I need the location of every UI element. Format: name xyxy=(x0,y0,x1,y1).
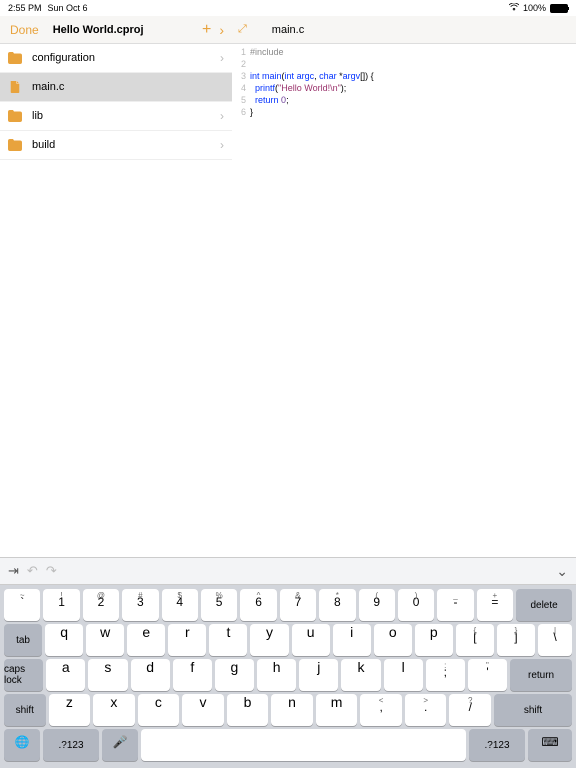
battery-icon xyxy=(550,4,568,13)
file-item-label: lib xyxy=(32,110,220,122)
status-time: 2:55 PM xyxy=(8,3,42,13)
folder-icon xyxy=(8,139,22,151)
key-l[interactable]: l xyxy=(384,659,423,691)
key-o[interactable]: o xyxy=(374,624,412,656)
key-e[interactable]: e xyxy=(127,624,165,656)
keyboard-toolbar: ⇥ ↶ ↷ ⌄ xyxy=(0,557,576,585)
key-t[interactable]: t xyxy=(209,624,247,656)
file-icon xyxy=(8,81,22,93)
done-button[interactable]: Done xyxy=(10,23,39,37)
return-key[interactable]: return xyxy=(510,659,572,691)
hide-keyboard-key[interactable]: ⌨ xyxy=(528,729,572,761)
key-k[interactable]: k xyxy=(341,659,380,691)
key-8[interactable]: *8 xyxy=(319,589,355,621)
key-q[interactable]: q xyxy=(45,624,83,656)
battery-pct: 100% xyxy=(523,3,546,13)
file-item-build[interactable]: build› xyxy=(0,131,232,160)
key-=[interactable]: += xyxy=(477,589,513,621)
key-;[interactable]: :; xyxy=(426,659,465,691)
key-6[interactable]: ^6 xyxy=(240,589,276,621)
key-b[interactable]: b xyxy=(227,694,269,726)
tab-key[interactable]: tab xyxy=(4,624,42,656)
key-h[interactable]: h xyxy=(257,659,296,691)
key-3[interactable]: #3 xyxy=(122,589,158,621)
mic-key[interactable]: 🎤 xyxy=(102,729,138,761)
file-item-lib[interactable]: lib› xyxy=(0,102,232,131)
collapse-keyboard-icon[interactable]: ⌄ xyxy=(556,563,568,580)
key-0[interactable]: )0 xyxy=(398,589,434,621)
key-n[interactable]: n xyxy=(271,694,313,726)
numpad-key-left[interactable]: .?123 xyxy=(43,729,99,761)
add-button[interactable]: + xyxy=(202,21,211,39)
delete-key[interactable]: delete xyxy=(516,589,572,621)
key-][interactable]: }] xyxy=(497,624,535,656)
chevron-right-icon: › xyxy=(220,138,224,152)
key--[interactable]: _- xyxy=(437,589,473,621)
space-key[interactable] xyxy=(141,729,466,761)
keyboard-panel: ⇥ ↶ ↷ ⌄ ~`!1@2#3$4%5^6&7*8(9)0_-+=delete… xyxy=(0,557,576,768)
shift-key-right[interactable]: shift xyxy=(494,694,572,726)
key-9[interactable]: (9 xyxy=(359,589,395,621)
key-7[interactable]: &7 xyxy=(280,589,316,621)
key-d[interactable]: d xyxy=(131,659,170,691)
tab-key-icon[interactable]: ⇥ xyxy=(8,563,19,579)
key-5[interactable]: %5 xyxy=(201,589,237,621)
key-[[interactable]: {[ xyxy=(456,624,494,656)
key-y[interactable]: y xyxy=(250,624,288,656)
chevron-right-icon: › xyxy=(220,109,224,123)
project-name: Hello World.cproj xyxy=(53,24,144,36)
file-item-label: build xyxy=(32,139,220,151)
globe-key[interactable]: 🌐 xyxy=(4,729,40,761)
key-s[interactable]: s xyxy=(88,659,127,691)
chevron-right-icon: › xyxy=(220,51,224,65)
key-/[interactable]: ?/ xyxy=(449,694,491,726)
folder-icon xyxy=(8,110,22,122)
key-r[interactable]: r xyxy=(168,624,206,656)
shift-key-left[interactable]: shift xyxy=(4,694,46,726)
expand-icon[interactable]: ⤢ xyxy=(238,23,247,36)
key-c[interactable]: c xyxy=(138,694,180,726)
key-'[interactable]: "' xyxy=(468,659,507,691)
line-gutter: 123456 xyxy=(232,46,250,539)
key-z[interactable]: z xyxy=(49,694,91,726)
key-f[interactable]: f xyxy=(173,659,212,691)
code-editor[interactable]: 123456 #include int main(int argc, char … xyxy=(232,44,576,539)
key-m[interactable]: m xyxy=(316,694,358,726)
file-item-main-c[interactable]: main.c xyxy=(0,73,232,102)
key-u[interactable]: u xyxy=(292,624,330,656)
key-x[interactable]: x xyxy=(93,694,135,726)
redo-icon[interactable]: ↷ xyxy=(46,563,57,579)
wifi-icon xyxy=(509,3,519,13)
file-item-label: main.c xyxy=(32,81,224,93)
key-2[interactable]: @2 xyxy=(83,589,119,621)
key-g[interactable]: g xyxy=(215,659,254,691)
key-,[interactable]: <, xyxy=(360,694,402,726)
key-w[interactable]: w xyxy=(86,624,124,656)
file-item-label: configuration xyxy=(32,52,220,64)
key-j[interactable]: j xyxy=(299,659,338,691)
status-date: Sun Oct 6 xyxy=(48,3,88,13)
code-content[interactable]: #include int main(int argc, char *argv[]… xyxy=(250,46,576,539)
key-p[interactable]: p xyxy=(415,624,453,656)
key-1[interactable]: !1 xyxy=(43,589,79,621)
status-bar: 2:55 PM Sun Oct 6 100% xyxy=(0,0,576,16)
key-.[interactable]: >. xyxy=(405,694,447,726)
file-sidebar: configuration›main.clib›build› xyxy=(0,44,232,539)
capslock-key[interactable]: caps lock xyxy=(4,659,43,691)
key-backslash[interactable]: |\ xyxy=(538,624,572,656)
undo-icon[interactable]: ↶ xyxy=(27,563,38,579)
key-`[interactable]: ~` xyxy=(4,589,40,621)
key-a[interactable]: a xyxy=(46,659,85,691)
nav-right-button[interactable]: › xyxy=(219,22,224,38)
key-4[interactable]: $4 xyxy=(162,589,198,621)
file-item-configuration[interactable]: configuration› xyxy=(0,44,232,73)
key-i[interactable]: i xyxy=(333,624,371,656)
folder-icon xyxy=(8,52,22,64)
key-v[interactable]: v xyxy=(182,694,224,726)
toolbar: Done Hello World.cproj + › ⤢ main.c xyxy=(0,16,576,44)
numpad-key-right[interactable]: .?123 xyxy=(469,729,525,761)
keyboard: ~`!1@2#3$4%5^6&7*8(9)0_-+=delete tabqwer… xyxy=(0,585,576,768)
